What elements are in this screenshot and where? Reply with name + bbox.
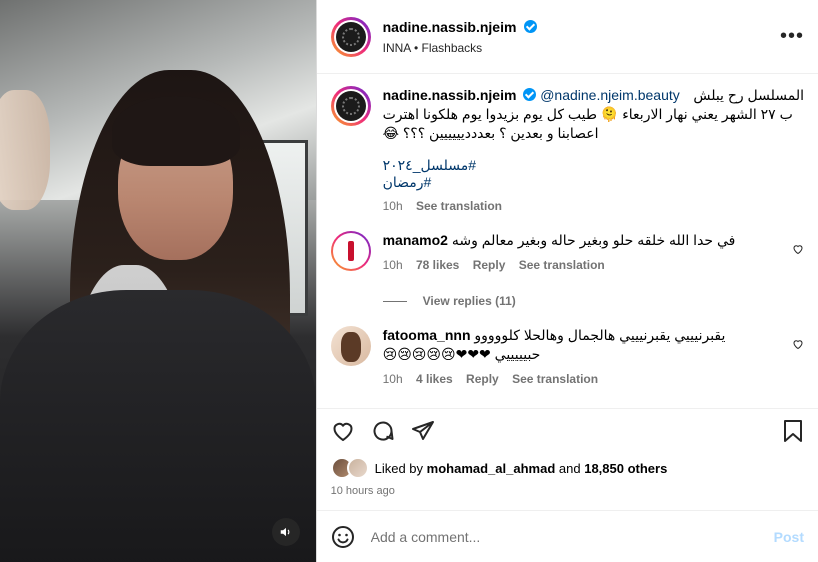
likes-and: and xyxy=(558,460,581,476)
caption-line-1: المسلسل رح يبلش xyxy=(693,87,804,103)
emoji-icon[interactable] xyxy=(331,525,355,549)
liker-avatars xyxy=(330,457,369,479)
post-video[interactable] xyxy=(0,0,316,562)
share-icon[interactable] xyxy=(411,419,435,443)
caption-time: 10h xyxy=(382,199,403,213)
author-username[interactable]: nadine.nassib.njeim xyxy=(383,19,517,35)
caption-line-3: اعصابنا و بعدين ؟ بعددديييييين ؟؟؟ 😂 xyxy=(382,125,599,141)
post-header: nadine.nassib.njeim INNA • Flashbacks ••… xyxy=(316,0,818,74)
reply-button[interactable]: Reply xyxy=(473,258,506,272)
comment-likes[interactable]: 78 likes xyxy=(416,258,459,272)
caption-line-2: ب ٢٧ الشهر يعني نهار الاربعاء 🫠 طيب كل ي… xyxy=(382,106,793,122)
video-hand xyxy=(0,90,50,210)
video-jacket xyxy=(0,290,316,562)
heart-icon[interactable] xyxy=(792,338,804,350)
caption-avatar[interactable] xyxy=(330,86,371,126)
add-comment-bar: Post xyxy=(316,510,818,562)
post-timestamp[interactable]: 10 hours ago xyxy=(331,485,804,497)
comment-time: 10h xyxy=(382,258,403,272)
caption-mention[interactable]: @nadine.njeim.beauty xyxy=(540,87,680,103)
comment-see-translation[interactable]: See translation xyxy=(519,258,605,272)
comment-item: manamo2 في حدا الله خلقه حلو وبغير حاله … xyxy=(330,231,804,272)
comment-see-translation[interactable]: See translation xyxy=(512,372,598,386)
comment-text: في حدا الله خلقه حلو وبغير حاله وبغير مع… xyxy=(451,232,736,248)
verified-icon xyxy=(523,19,537,33)
verified-icon xyxy=(523,88,537,101)
post-button[interactable]: Post xyxy=(774,529,804,545)
bookmark-icon[interactable] xyxy=(782,419,804,443)
view-replies-button[interactable]: View replies (11) xyxy=(382,294,804,308)
caption-username[interactable]: nadine.nassib.njeim xyxy=(383,87,517,103)
likes-others[interactable]: 18,850 others xyxy=(584,461,667,476)
commenter-avatar[interactable] xyxy=(330,326,371,366)
post-modal: nadine.nassib.njeim INNA • Flashbacks ••… xyxy=(0,0,818,562)
comment-icon[interactable] xyxy=(371,419,395,443)
likes-prefix: Liked by xyxy=(374,460,424,476)
more-icon[interactable]: ••• xyxy=(780,25,804,48)
caption: nadine.nassib.njeim @nadine.njeim.beauty… xyxy=(330,86,804,213)
caption-see-translation[interactable]: See translation xyxy=(416,199,502,213)
comment-item: fatooma_nnn يقبرنيييي يقبرنيييي هالجمال … xyxy=(330,326,804,386)
heart-icon[interactable] xyxy=(331,419,355,443)
comment-time: 10h xyxy=(382,372,403,386)
author-avatar[interactable] xyxy=(330,16,371,57)
comment-likes[interactable]: 4 likes xyxy=(416,372,453,386)
comment-text-2: حبيييييي ❤❤❤😢😢😢😢😢 xyxy=(382,346,541,362)
mute-icon xyxy=(280,527,290,537)
caption-hashtags[interactable]: #مسلسل_٢٠٢٤ #رمضان xyxy=(383,157,518,191)
commenter-avatar[interactable] xyxy=(330,231,371,271)
post-panel: nadine.nassib.njeim INNA • Flashbacks ••… xyxy=(315,0,818,562)
comments-list[interactable]: nadine.nassib.njeim @nadine.njeim.beauty… xyxy=(317,74,818,408)
comment-input[interactable] xyxy=(368,527,774,546)
audio-track[interactable]: INNA • Flashbacks xyxy=(383,41,780,55)
post-actions: Liked by mohamad_al_ahmad and 18,850 oth… xyxy=(316,408,818,510)
reply-button[interactable]: Reply xyxy=(466,372,499,386)
view-replies-label: View replies (11) xyxy=(422,294,516,308)
mute-button[interactable] xyxy=(272,518,300,546)
video-bangs xyxy=(112,96,240,166)
heart-icon[interactable] xyxy=(792,243,804,255)
likes-user[interactable]: mohamad_al_ahmad xyxy=(427,461,556,476)
comment-text: يقبرنيييي يقبرنيييي هالجمال وهالحلا كلوو… xyxy=(474,327,726,343)
comment-username[interactable]: fatooma_nnn xyxy=(383,327,471,343)
comment-username[interactable]: manamo2 xyxy=(383,232,448,248)
likes-summary: Liked by mohamad_al_ahmad and 18,850 oth… xyxy=(330,457,804,479)
